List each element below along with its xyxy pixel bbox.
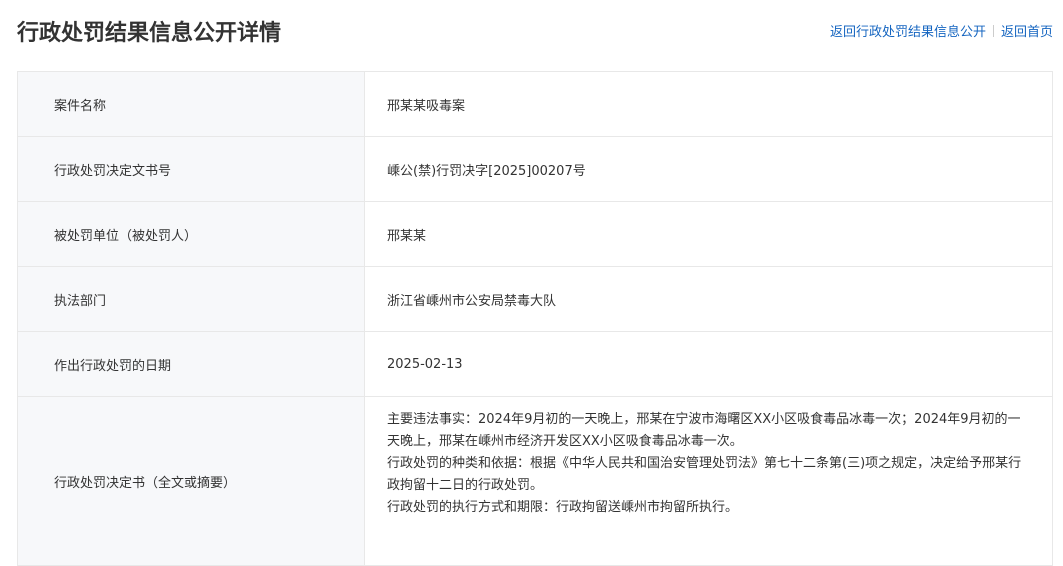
link-divider	[992, 25, 994, 37]
table-row-decision-document: 行政处罚决定书（全文或摘要） 主要违法事实：2024年9月初的一天晚上，邢某在宁…	[17, 396, 1053, 566]
detail-table: 案件名称 邢某某吸毒案 行政处罚决定文书号 嵊公(禁)行罚决字[2025]002…	[17, 71, 1053, 566]
page-title: 行政处罚结果信息公开详情	[17, 21, 282, 46]
row-value: 邢某某	[364, 201, 1053, 267]
table-row-enforcement-department: 执法部门 浙江省嵊州市公安局禁毒大队	[17, 266, 1053, 332]
row-label: 案件名称	[17, 71, 365, 137]
decision-execution-paragraph: 行政处罚的执行方式和期限：行政拘留送嵊州市拘留所执行。	[387, 500, 739, 515]
decision-facts-paragraph: 主要违法事实：2024年9月初的一天晚上，邢某在宁波市海曙区XX小区吸食毒品冰毒…	[387, 412, 1021, 449]
row-label: 行政处罚决定文书号	[17, 136, 365, 202]
row-label: 被处罚单位（被处罚人）	[17, 201, 365, 267]
row-value: 浙江省嵊州市公安局禁毒大队	[364, 266, 1053, 332]
table-row-case-name: 案件名称 邢某某吸毒案	[17, 71, 1053, 137]
back-to-list-link[interactable]: 返回行政处罚结果信息公开	[830, 25, 986, 40]
row-label: 行政处罚决定书（全文或摘要）	[17, 396, 365, 566]
table-row-decision-date: 作出行政处罚的日期 2025-02-13	[17, 331, 1053, 397]
back-to-home-link[interactable]: 返回首页	[1001, 25, 1053, 40]
row-value-paragraphs: 主要违法事实：2024年9月初的一天晚上，邢某在宁波市海曙区XX小区吸食毒品冰毒…	[364, 396, 1053, 566]
header-links: 返回行政处罚结果信息公开 返回首页	[830, 24, 1053, 42]
row-value: 嵊公(禁)行罚决字[2025]00207号	[364, 136, 1053, 202]
row-label: 执法部门	[17, 266, 365, 332]
decision-basis-paragraph: 行政处罚的种类和依据：根据《中华人民共和国治安管理处罚法》第七十二条第(三)项之…	[387, 456, 1022, 493]
row-value: 邢某某吸毒案	[364, 71, 1053, 137]
page-header: 行政处罚结果信息公开详情 返回行政处罚结果信息公开 返回首页	[17, 0, 1053, 68]
table-row-penalized-party: 被处罚单位（被处罚人） 邢某某	[17, 201, 1053, 267]
row-value: 2025-02-13	[364, 331, 1053, 397]
table-row-document-number: 行政处罚决定文书号 嵊公(禁)行罚决字[2025]00207号	[17, 136, 1053, 202]
row-label: 作出行政处罚的日期	[17, 331, 365, 397]
